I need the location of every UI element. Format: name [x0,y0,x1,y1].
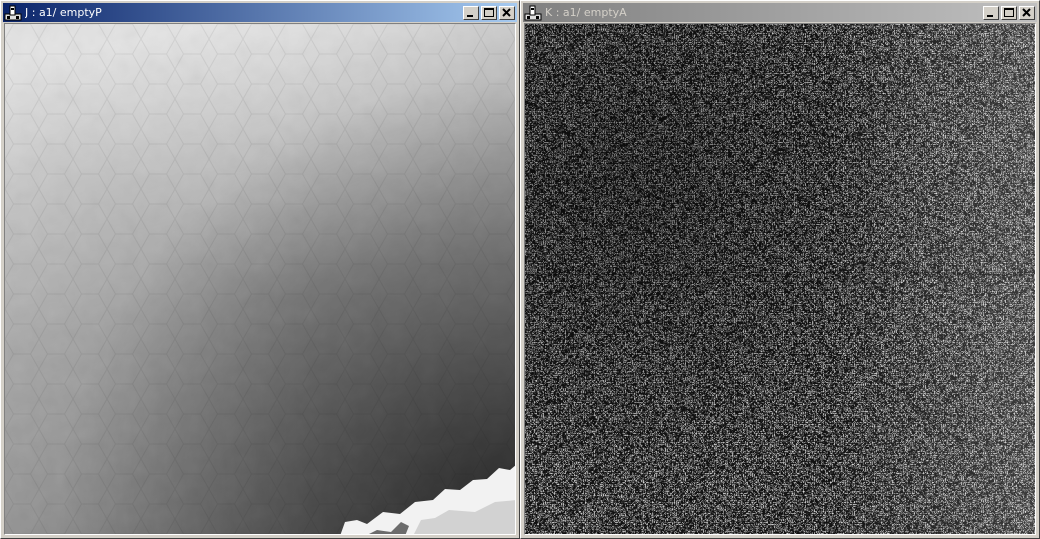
maximize-button[interactable] [1001,5,1017,20]
minimize-button[interactable] [983,5,999,20]
close-button[interactable] [499,5,515,20]
image-canvas-amplitude[interactable] [524,23,1036,535]
minimize-icon [467,14,473,17]
minimize-icon [987,14,993,17]
close-icon [502,7,511,17]
amplitude-image [525,24,1035,534]
window-titlebar[interactable]: J : a1/ emptyP [3,3,517,22]
close-icon [1022,7,1031,17]
window-title: K : a1/ emptyA [545,6,627,19]
window-titlebar[interactable]: K : a1/ emptyA [523,3,1037,22]
minimize-button[interactable] [463,5,479,20]
maximize-button[interactable] [481,5,497,20]
phase-image [5,24,515,534]
maximize-icon [484,7,494,17]
image-canvas-phase[interactable] [4,23,516,535]
close-button[interactable] [1019,5,1035,20]
window-emptyP[interactable]: J : a1/ emptyP [0,0,520,539]
microscope-icon[interactable] [524,5,542,21]
window-emptyA[interactable]: K : a1/ emptyA [520,0,1040,539]
microscope-icon[interactable] [4,5,22,21]
maximize-icon [1004,7,1014,17]
window-title: J : a1/ emptyP [25,6,102,19]
